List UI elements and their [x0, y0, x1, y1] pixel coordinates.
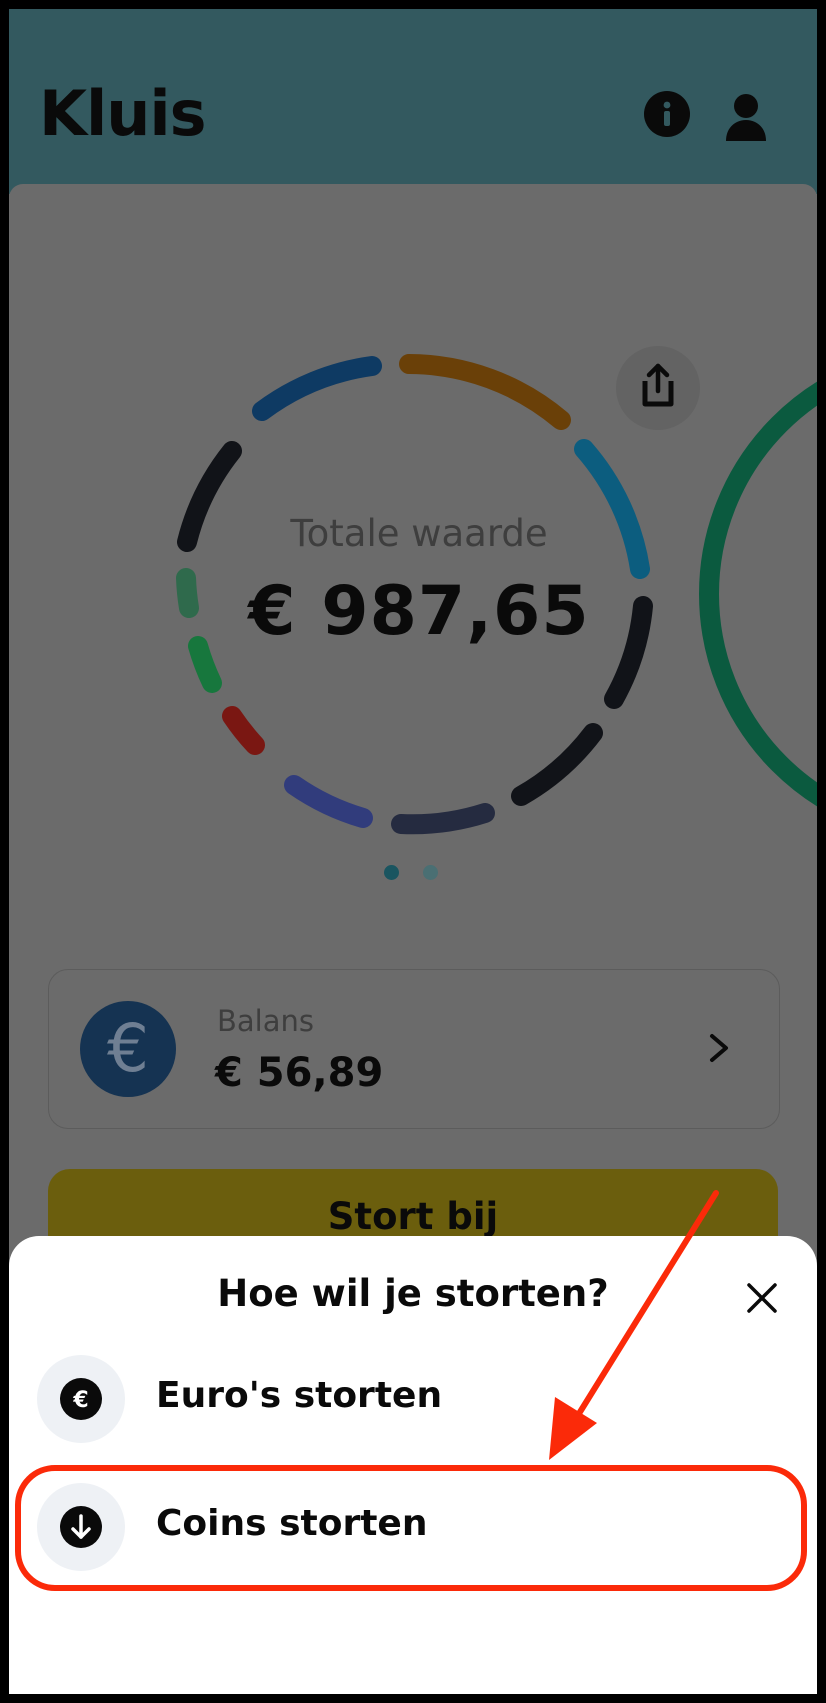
close-icon[interactable]	[743, 1279, 781, 1317]
chevron-right-icon	[710, 1034, 728, 1062]
app-screen: Kluis Totale waarde € 987,65 € Balans € …	[9, 9, 817, 1694]
annotation-highlight-box	[15, 1465, 807, 1591]
share-icon	[642, 363, 674, 407]
deposit-button-label: Stort bij	[327, 1195, 499, 1238]
svg-text:€: €	[72, 1388, 88, 1413]
ring-segment	[511, 723, 603, 806]
euro-icon: €	[80, 1001, 176, 1097]
top-bar: Kluis	[9, 9, 817, 194]
ring-segment	[252, 356, 382, 421]
ring-segment	[176, 568, 199, 618]
balance-value: € 56,89	[215, 1050, 384, 1096]
ring-segment	[222, 706, 265, 755]
deposit-bottom-sheet: Hoe wil je storten? € Euro's storten Coi…	[9, 1236, 817, 1694]
ring-segment	[284, 775, 373, 828]
ring-segment	[399, 354, 571, 430]
page-indicator-dot[interactable]	[423, 865, 438, 880]
total-value-label: Totale waarde	[290, 512, 548, 555]
profile-icon[interactable]	[722, 91, 770, 143]
sheet-title: Hoe wil je storten?	[217, 1272, 609, 1315]
page-title: Kluis	[39, 77, 207, 150]
next-ring-preview	[699, 381, 817, 807]
option-icon-background: €	[37, 1355, 125, 1443]
share-button[interactable]	[616, 346, 700, 430]
balance-card[interactable]: € Balans € 56,89	[48, 969, 780, 1129]
total-value-amount: € 987,65	[248, 572, 590, 651]
ring-segment	[391, 803, 495, 835]
option-label: Euro's storten	[156, 1375, 443, 1416]
euro-circle-icon: €	[60, 1378, 102, 1420]
page-indicator-dot-active[interactable]	[384, 865, 399, 880]
info-icon[interactable]	[644, 91, 690, 137]
ring-segment	[188, 636, 222, 693]
option-euro-deposit[interactable]: € Euro's storten	[9, 1343, 817, 1453]
balance-label: Balans	[217, 1004, 314, 1038]
